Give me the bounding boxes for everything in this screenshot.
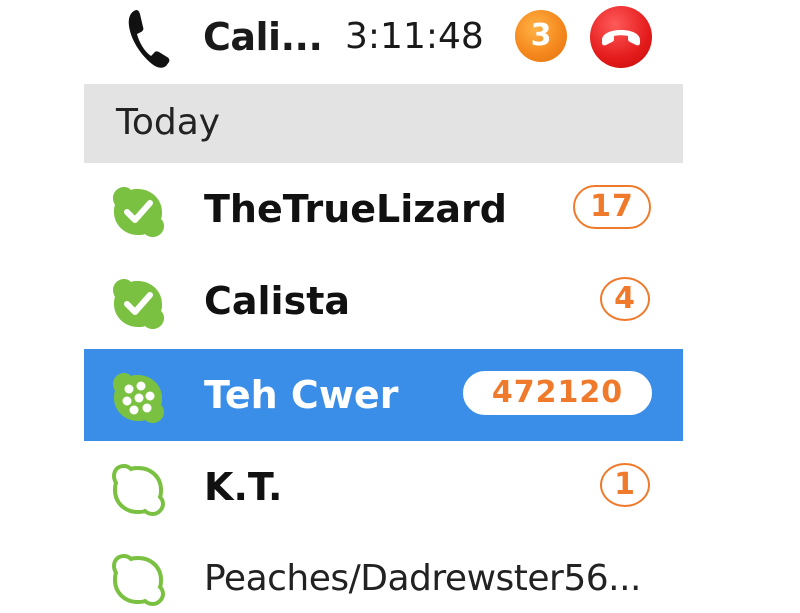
contact-name: K.T. — [204, 465, 283, 509]
contact-row[interactable]: Peaches/Dadrewster56... — [84, 533, 683, 607]
online-status-icon — [110, 275, 168, 333]
active-call-bar[interactable]: Cali... 3:11:48 3 — [0, 0, 800, 78]
contact-row[interactable]: TheTrueLizard 17 — [84, 163, 683, 255]
contact-name: Teh Cwer — [204, 373, 399, 417]
skype-status-icon — [110, 369, 168, 427]
call-timer: 3:11:48 — [345, 16, 484, 57]
hangup-button[interactable] — [590, 6, 652, 68]
unread-count-badge: 1 — [600, 463, 650, 507]
contact-row[interactable]: K.T. 1 — [84, 441, 683, 533]
section-header-today: Today — [84, 84, 683, 163]
offline-status-icon — [110, 461, 168, 519]
contact-name: Calista — [204, 279, 351, 323]
offline-status-icon — [110, 551, 168, 609]
call-participants-badge: 3 — [515, 10, 567, 62]
conversation-panel: Cali... 3:11:48 3 Today TheTrueLizard 17 — [0, 0, 800, 607]
unread-count-badge: 472120 — [463, 371, 652, 415]
hangup-icon — [602, 30, 640, 46]
contact-row-selected[interactable]: Teh Cwer 472120 — [84, 349, 683, 441]
contact-row[interactable]: Calista 4 — [84, 255, 683, 347]
section-header-label: Today — [116, 102, 221, 143]
phone-icon — [122, 6, 174, 70]
unread-count-badge: 4 — [600, 277, 650, 321]
contact-name: TheTrueLizard — [204, 187, 507, 231]
contact-name: Peaches/Dadrewster56... — [204, 558, 641, 599]
call-contact-name: Cali... — [203, 15, 323, 59]
online-status-icon — [110, 183, 168, 241]
unread-count-badge: 17 — [573, 185, 651, 229]
